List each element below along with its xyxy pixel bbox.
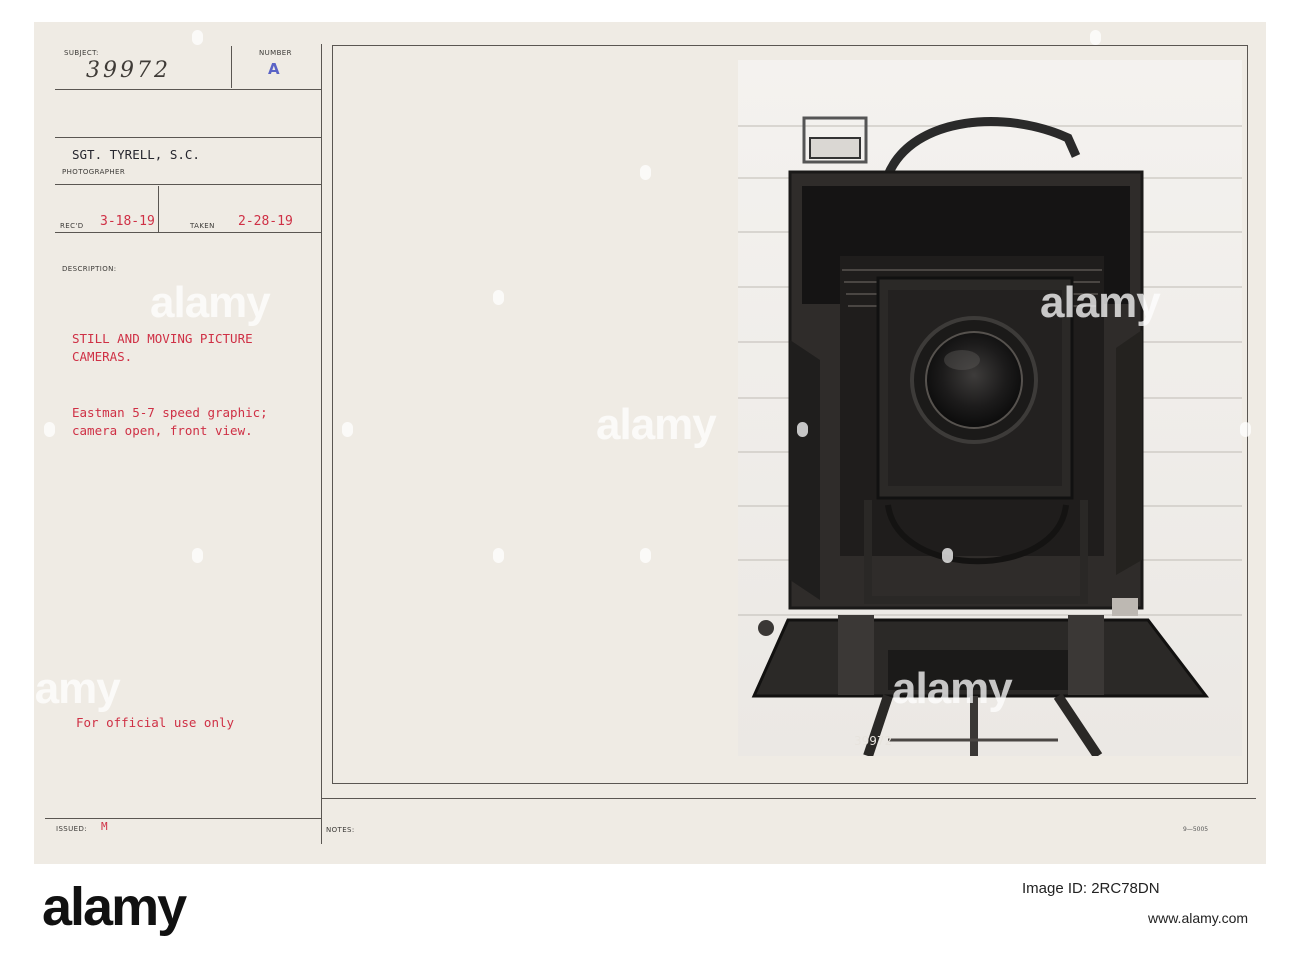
description-body: Eastman 5-7 speed graphic; camera open, … [72, 405, 268, 438]
recd-label: REC'D [60, 222, 84, 230]
watermark-4: alamy [0, 664, 121, 713]
dates-rule [55, 232, 321, 233]
photographer-name: SGT. TYRELL, S.C. [72, 147, 200, 162]
watermark-dot [493, 548, 504, 563]
notes-rule [321, 798, 1256, 799]
watermark-3: alamy [1040, 278, 1161, 327]
watermark-dot [942, 548, 953, 563]
left-column-divider [321, 44, 322, 844]
taken-label: TAKEN [190, 222, 215, 230]
negative-number: 39972 [854, 734, 893, 748]
camera-photograph: 39972 [738, 60, 1242, 756]
watermark-2: alamy [596, 400, 717, 449]
watermark-1: alamy [150, 278, 271, 327]
dates-divider [158, 186, 159, 232]
description-label: DESCRIPTION: [62, 265, 117, 273]
watermark-dot [44, 422, 55, 437]
official-use-note: For official use only [76, 715, 235, 730]
watermark-dot [493, 290, 504, 305]
watermark-dot [192, 30, 203, 45]
issued-value: M [101, 820, 108, 833]
watermark-dot [192, 548, 203, 563]
issued-rule [45, 818, 322, 819]
notes-label: NOTES: [326, 826, 355, 834]
number-value: A [268, 60, 280, 78]
footer-bar: alamy Image ID: 2RC78DN www.alamy.com [0, 864, 1300, 956]
taken-value: 2-28-19 [238, 214, 293, 229]
number-divider [231, 46, 232, 88]
recd-value: 3-18-19 [100, 214, 155, 229]
watermark-dot [342, 422, 353, 437]
image-id: 2RC78DN [1091, 880, 1160, 897]
photo-frame-bottom [332, 783, 1248, 784]
watermark-dot [640, 165, 651, 180]
watermark-dot [1240, 422, 1251, 437]
footer-logo: alamy [42, 877, 187, 937]
image-id-line: Image ID: 2RC78DN [1022, 880, 1160, 897]
footer-url: www.alamy.com [1148, 910, 1249, 926]
subject-rule [55, 89, 321, 90]
subject-number: 39972 [86, 58, 171, 83]
view-camera-icon [738, 60, 1242, 756]
watermark-dot [797, 422, 808, 437]
number-label: NUMBER [259, 49, 292, 57]
form-number: 9—5005 [1183, 826, 1209, 833]
description-title: STILL AND MOVING PICTURE CAMERAS. [72, 331, 253, 364]
photographer-top-rule [55, 137, 321, 138]
image-id-label: Image ID: [1022, 880, 1088, 897]
watermark-dot [1090, 30, 1101, 45]
photographer-label: PHOTOGRAPHER [62, 168, 126, 176]
photo-frame-left [332, 45, 333, 784]
issued-label: ISSUED: [56, 825, 88, 833]
watermark-5: alamy [892, 664, 1013, 713]
photo-frame-right [1247, 45, 1248, 784]
photographer-bottom-rule [55, 184, 321, 185]
watermark-dot [640, 548, 651, 563]
subject-label: SUBJECT: [64, 49, 99, 57]
photo-frame-top [332, 45, 1248, 46]
